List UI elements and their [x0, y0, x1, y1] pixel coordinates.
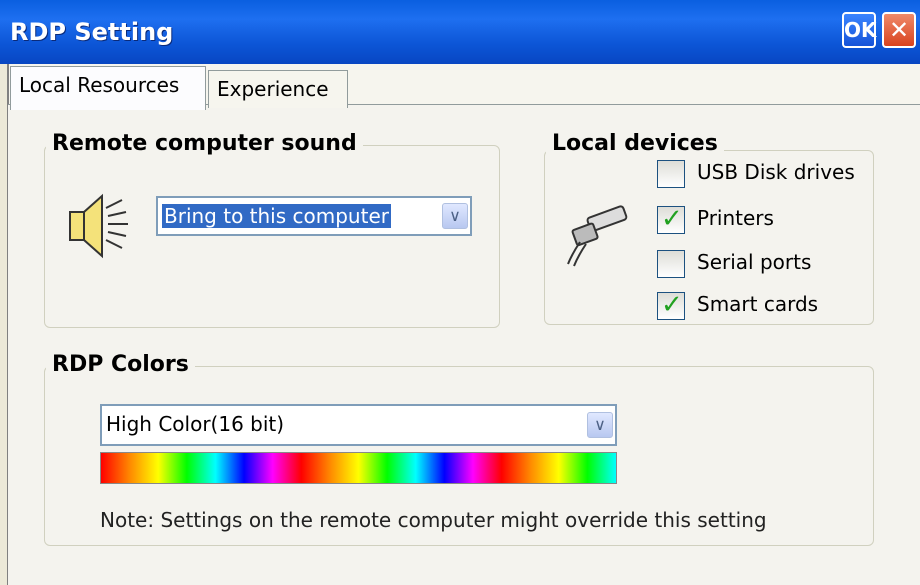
cable-plug-icon	[567, 205, 628, 267]
chevron-down-icon[interactable]: ∨	[442, 203, 468, 229]
checkmark-icon: ✓	[661, 204, 683, 234]
title-bar: RDP Setting OK ✕	[0, 0, 920, 64]
sound-group-label: Remote computer sound	[46, 131, 363, 156]
settings-note: Note: Settings on the remote computer mi…	[100, 508, 767, 532]
tab-local-resources[interactable]: Local Resources	[10, 66, 206, 110]
tab-label: Local Resources	[19, 73, 180, 97]
checkbox-box[interactable]	[657, 160, 685, 188]
tab-experience[interactable]: Experience	[208, 70, 348, 108]
window-title: RDP Setting	[10, 18, 174, 46]
checkmark-icon: ✓	[661, 290, 683, 320]
sound-select[interactable]: Bring to this computer ∨	[156, 196, 472, 236]
devices-group-label: Local devices	[546, 131, 724, 156]
checkbox-label: Serial ports	[697, 250, 812, 274]
color-depth-value: High Color(16 bit)	[106, 412, 285, 436]
chevron-down-icon[interactable]: ∨	[587, 412, 613, 438]
speaker-icon	[69, 193, 128, 259]
color-depth-select[interactable]: High Color(16 bit) ∨	[100, 404, 617, 446]
tab-label: Experience	[217, 77, 329, 101]
checkbox-label: USB Disk drives	[697, 160, 855, 184]
ok-button[interactable]: OK	[842, 12, 877, 48]
color-spectrum-preview	[100, 452, 617, 484]
checkbox-label: Printers	[697, 206, 774, 230]
close-button[interactable]: ✕	[882, 12, 916, 48]
checkbox-box[interactable]: ✓	[657, 290, 685, 320]
colors-group-label: RDP Colors	[46, 352, 195, 377]
checkbox-label: Smart cards	[697, 292, 819, 316]
checkbox-box[interactable]	[657, 250, 685, 278]
sound-select-value: Bring to this computer	[162, 204, 391, 228]
checkbox-box[interactable]: ✓	[657, 204, 685, 234]
